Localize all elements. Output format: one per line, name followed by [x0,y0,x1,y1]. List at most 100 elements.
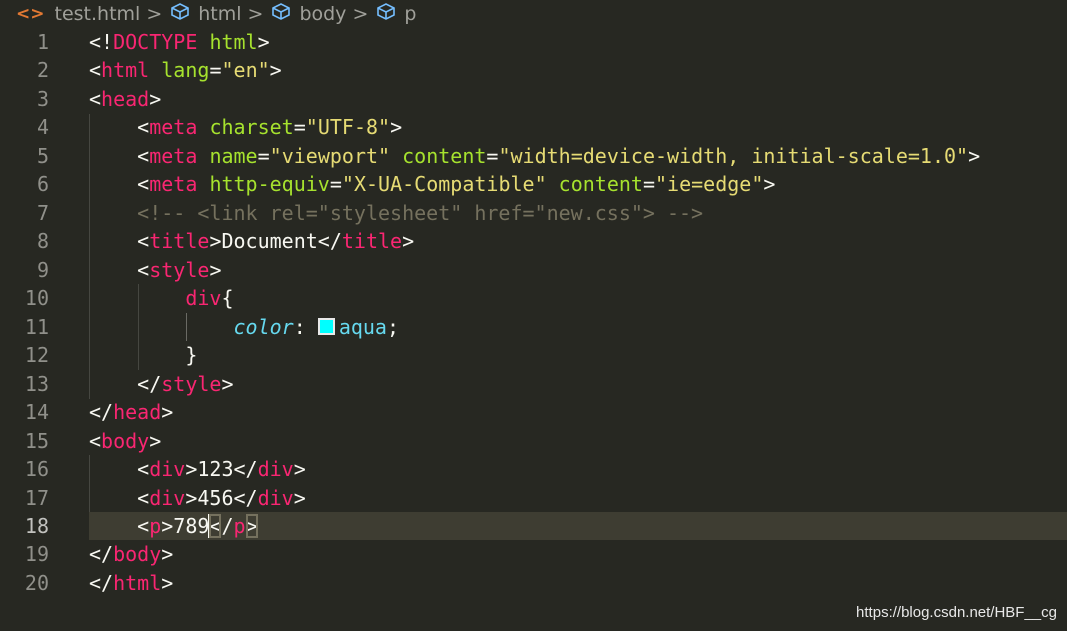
line-code: } [89,341,197,369]
token-attr: lang [161,58,210,83]
token-val: aqua [338,314,387,339]
token-p: < [89,229,150,254]
line-code: <body> [89,427,161,455]
indent-guide [89,114,90,399]
code-line[interactable]: 4 <meta charset="UTF-8"> [0,113,1067,141]
line-code: </html> [89,569,173,597]
code-line[interactable]: 3 <head> [0,85,1067,113]
token-p: > [390,115,403,140]
token-p [197,115,209,139]
token-tag: div [257,485,294,510]
chevron-right-icon: > [247,3,264,25]
line-code: <meta name="viewport" content="width=dev… [89,142,980,170]
line-number: 18 [24,513,49,538]
token-str: "width=device-width, initial-scale=1.0" [498,143,969,168]
token-p: </ [89,400,114,425]
token-p: > [161,400,174,425]
code-editor[interactable]: 1 <!DOCTYPE html> 2 <html lang="en"> 3 <head>… [0,28,1067,597]
breadcrumb-label: test.html [54,3,141,25]
watermark: https://blog.csdn.net/HBF__cg [856,604,1057,621]
token-p: > [257,30,270,54]
token-tag: p [233,513,246,538]
code-line[interactable]: 9 <style> [0,256,1067,284]
token-tag: title [341,229,403,254]
token-p: > [161,542,174,567]
code-line[interactable]: 19 </body> [0,540,1067,568]
code-line[interactable]: 17 <div>456</div> [0,484,1067,512]
code-line[interactable]: 1 <!DOCTYPE html> [0,28,1067,56]
line-number: 10 [24,286,49,311]
token-p: < [89,457,150,482]
code-line[interactable]: 18 <p>789</p> [25,511,1067,541]
code-line[interactable]: 11 color: aqua; [0,313,1067,341]
matched-bracket: > [245,513,258,538]
code-line[interactable]: 14 </head> [0,398,1067,426]
line-code: <!-- <link rel="stylesheet" href="new.cs… [89,199,703,227]
breadcrumb: <> test.html > html > body > p [0,0,1067,28]
line-number: 13 [24,371,49,396]
token-p: < [89,143,150,168]
code-line[interactable]: 13 </style> [0,370,1067,398]
breadcrumb-item-test.html[interactable]: <> test.html [0,3,140,25]
line-code: <title>Document</title> [89,227,414,255]
token-p: = [209,58,222,83]
line-number: 8 [36,229,49,254]
token-tag: title [149,229,210,254]
token-p [390,144,402,168]
code-line[interactable]: 12 } [0,341,1067,369]
color-swatch[interactable] [317,317,335,335]
token-p [197,144,209,168]
line-number: 2 [36,58,49,83]
chevron-right-icon: > [146,3,163,25]
line-code: <!DOCTYPE html> [89,28,270,56]
breadcrumb-label: html [198,3,242,25]
cube-element-icon [376,2,396,26]
token-attr: html [209,30,258,54]
token-p: > [293,485,306,510]
breadcrumb-item-body[interactable]: body [271,2,347,26]
code-line[interactable]: 8 <title>Document</title> [0,227,1067,255]
token-tag: head [113,400,162,425]
line-code: <div>123</div> [89,455,306,483]
line-code: </head> [89,398,173,426]
token-p: > [221,371,234,396]
token-p: > [269,58,282,83]
token-tag: div [185,286,222,311]
line-number: 6 [36,172,49,197]
token-p: < [89,172,150,197]
line-number: 20 [24,570,49,595]
line-number: 3 [36,86,49,111]
code-line[interactable]: 20 </html> [0,569,1067,597]
code-line[interactable]: 2 <html lang="en"> [0,56,1067,84]
token-cm: <!-- <link rel="stylesheet" href="new.cs… [137,200,704,225]
indent-guide [186,313,187,341]
token-p [197,172,209,196]
code-line[interactable]: 7 <!-- <link rel="stylesheet" href="new.… [0,199,1067,227]
token-p: < [89,257,150,282]
token-p: > [293,457,306,482]
token-p: > [968,143,981,168]
token-tag: head [101,86,150,111]
token-tag: body [113,542,162,567]
token-p: < [89,485,150,510]
token-p [547,172,559,196]
token-p: >123</ [185,457,258,482]
code-line[interactable]: 10 div{ [0,284,1067,312]
breadcrumb-label: body [299,3,347,25]
code-line[interactable]: 5 <meta name="viewport" content="width=d… [0,142,1067,170]
code-line[interactable]: 16 <div>123</div> [0,455,1067,483]
line-number: 15 [24,428,49,453]
token-p: > [209,257,222,282]
token-p: </ [89,570,114,595]
token-p [197,30,209,54]
code-line[interactable]: 15 <body> [0,427,1067,455]
breadcrumb-item-html[interactable]: html [170,2,242,26]
indent-guide [138,284,139,370]
token-tag: meta [149,115,198,140]
token-prop: color [233,314,294,339]
breadcrumb-item-p[interactable]: p [376,2,416,26]
code-line[interactable]: 6 <meta http-equiv="X-UA-Compatible" con… [0,170,1067,198]
token-p: < [89,86,102,111]
chevron-right-icon: > [352,3,369,25]
token-p [89,201,137,225]
